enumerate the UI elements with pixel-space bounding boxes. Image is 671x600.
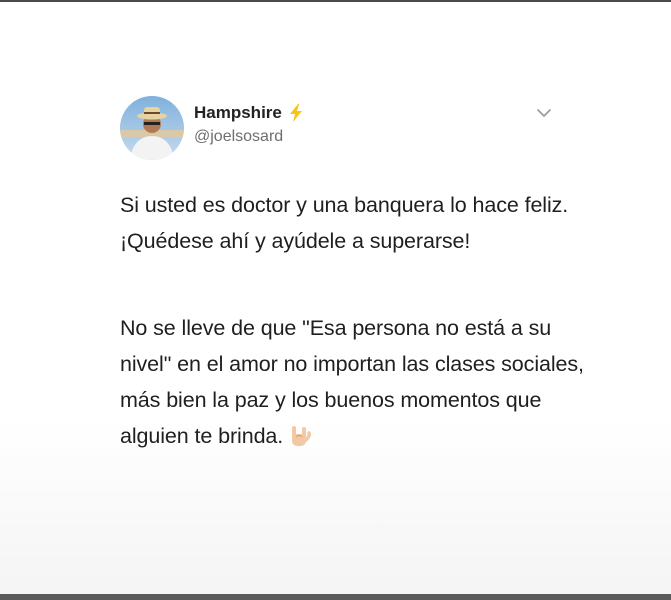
lightning-bolt-icon xyxy=(288,104,304,122)
tweet-text-paragraph-1: Si usted es doctor y una banquera lo hac… xyxy=(120,193,569,253)
tweet-card: Hampshire @joelsosard Si usted es doctor… xyxy=(0,0,671,594)
tweet-text-paragraph-2: No se lleve de que "Esa persona no está … xyxy=(120,310,590,454)
user-handle[interactable]: @joelsosard xyxy=(194,128,283,146)
tweet-text-paragraph-2-text: No se lleve de que "Esa persona no está … xyxy=(120,316,584,448)
author-header: Hampshire xyxy=(194,103,304,123)
bottom-border xyxy=(0,594,671,600)
chevron-down-icon[interactable] xyxy=(536,106,552,118)
sign-of-the-horns-emoji-icon xyxy=(287,423,313,449)
avatar[interactable] xyxy=(120,96,184,160)
display-name[interactable]: Hampshire xyxy=(194,103,282,123)
